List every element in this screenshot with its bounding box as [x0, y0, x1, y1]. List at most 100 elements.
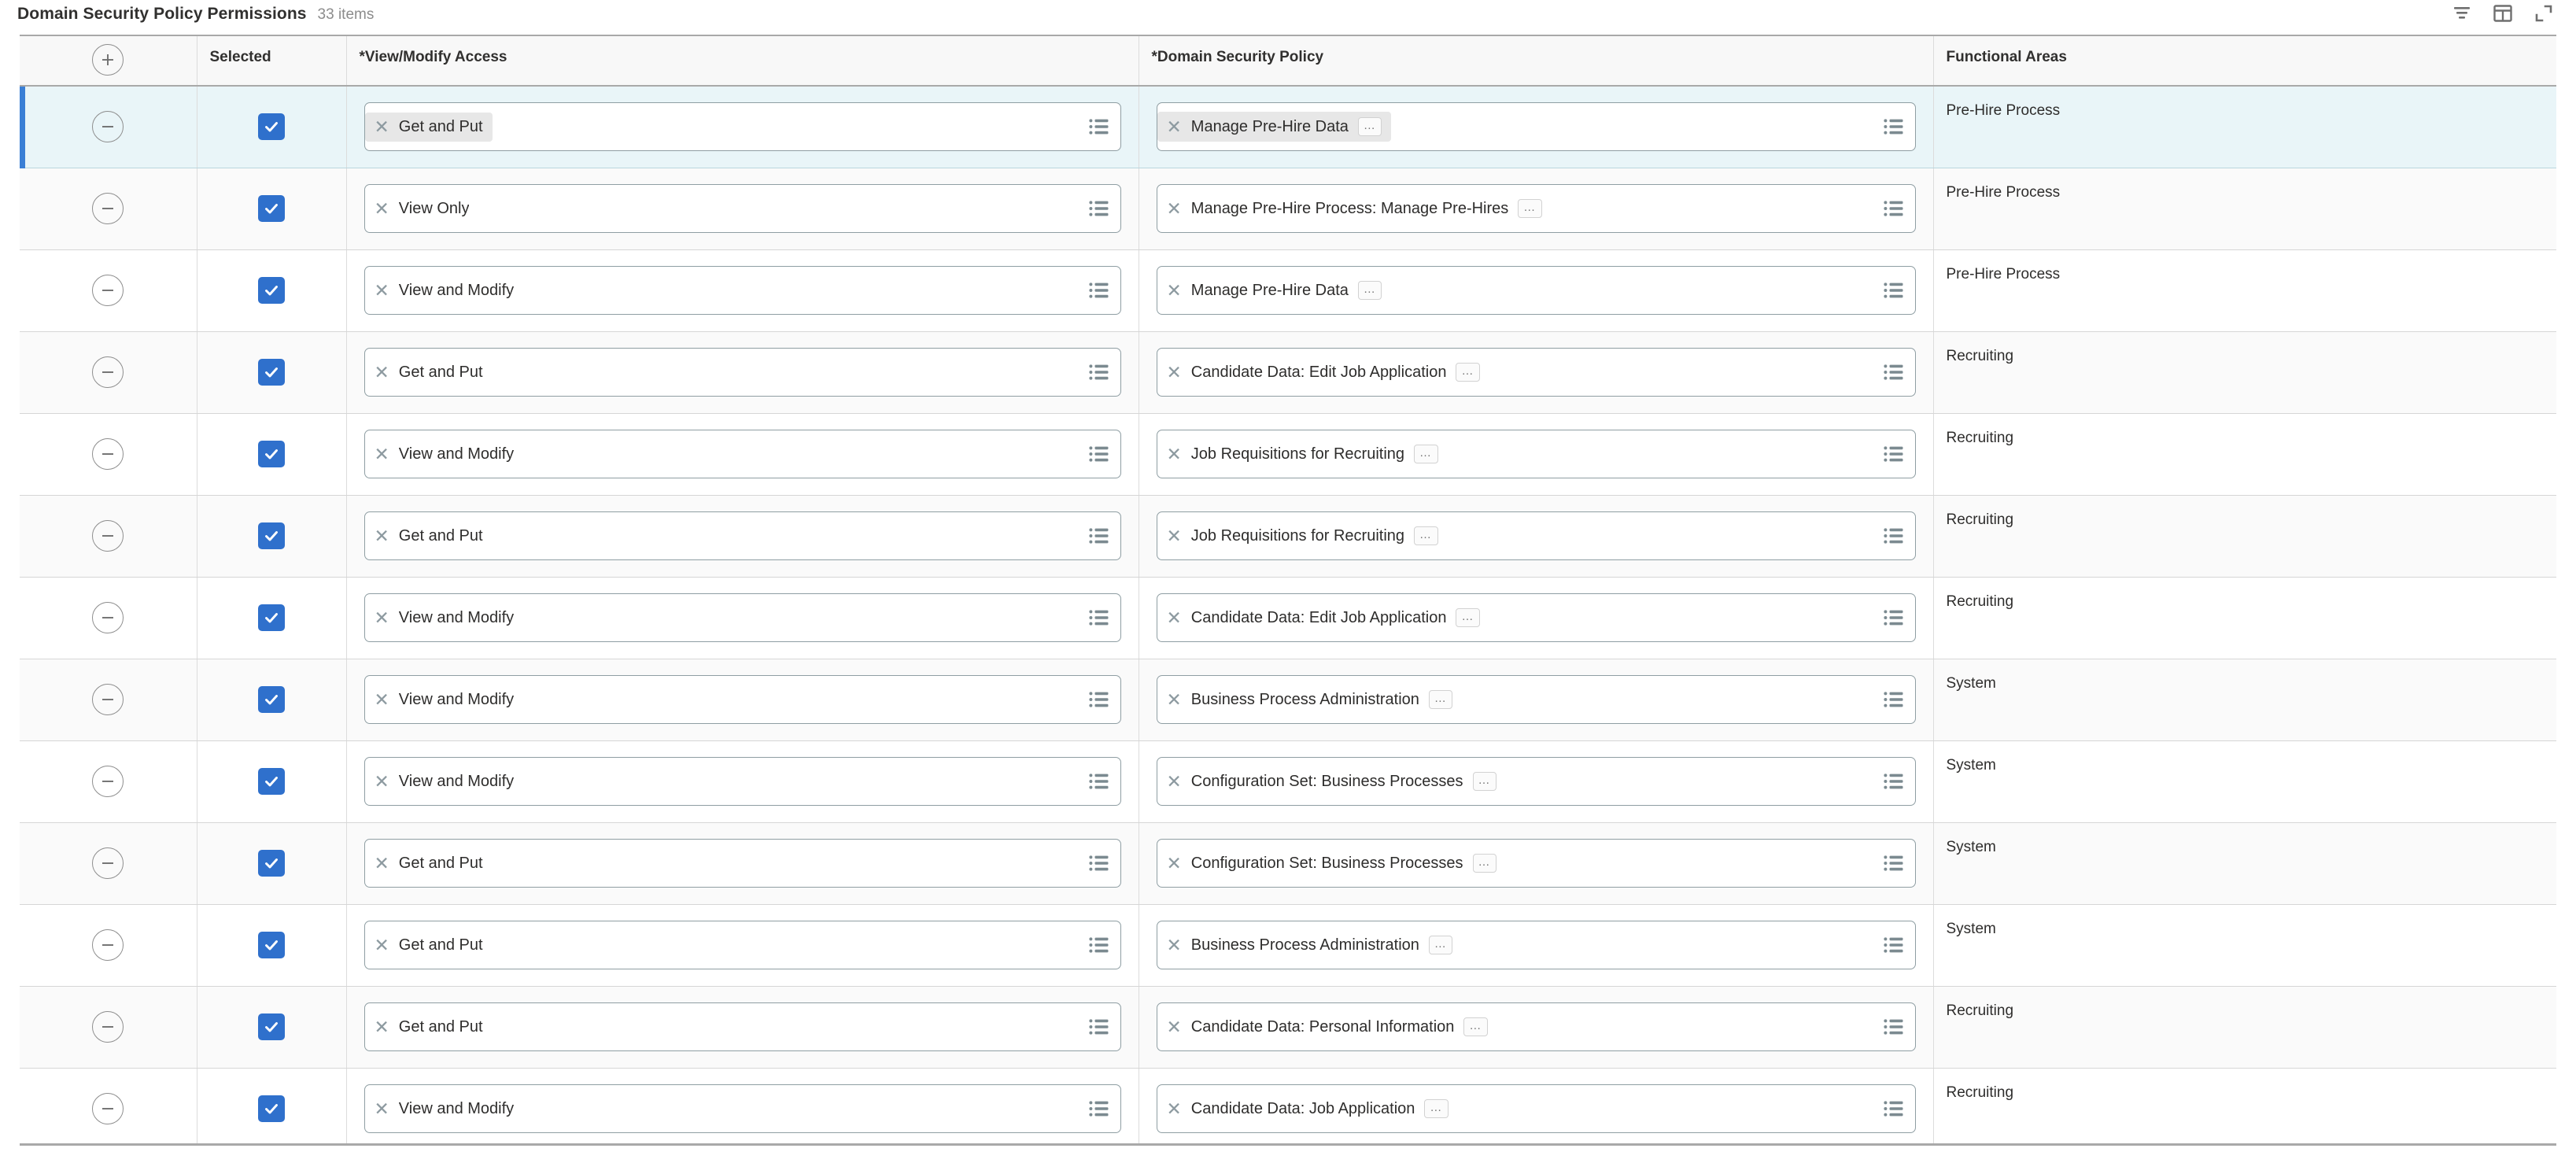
table-row[interactable]: ✕View and Modify ✕Job Requisitions for Re… [20, 413, 2556, 495]
row-remove-cell[interactable] [20, 577, 197, 659]
selected-checkbox[interactable] [258, 522, 285, 549]
domain-security-policy-widget[interactable]: ✕Business Process Administration… [1157, 921, 1916, 969]
domain-security-policy-pill[interactable]: ✕Candidate Data: Edit Job Application… [1157, 603, 1489, 633]
remove-domain-security-policy-icon[interactable]: ✕ [1167, 936, 1182, 954]
row-access-cell[interactable]: ✕View and Modify [346, 1068, 1139, 1146]
domain-security-policy-prompt-icon[interactable] [1884, 364, 1904, 381]
domain-security-policy-widget[interactable]: ✕Configuration Set: Business Processes… [1157, 839, 1916, 888]
domain-security-policy-pill[interactable]: ✕Business Process Administration… [1157, 685, 1463, 714]
selected-checkbox[interactable] [258, 1095, 285, 1122]
view-modify-access-pill[interactable]: ✕Get and Put [365, 1013, 493, 1042]
domain-security-policy-pill[interactable]: ✕Manage Pre-Hire Data… [1157, 112, 1392, 142]
row-remove-cell[interactable] [20, 168, 197, 249]
remove-domain-security-policy-icon[interactable]: ✕ [1167, 282, 1182, 300]
row-access-cell[interactable]: ✕View and Modify [346, 577, 1139, 659]
selected-checkbox[interactable] [258, 113, 285, 140]
view-modify-access-widget[interactable]: ✕View and Modify [364, 757, 1121, 806]
row-selected-cell[interactable] [197, 413, 346, 495]
remove-view-modify-access-icon[interactable]: ✕ [375, 200, 389, 218]
row-remove-cell[interactable] [20, 86, 197, 168]
domain-security-policy-pill[interactable]: ✕Job Requisitions for Recruiting… [1157, 439, 1448, 469]
row-selected-cell[interactable] [197, 249, 346, 331]
table-row[interactable]: ✕Get and Put ✕Business Process Administra… [20, 904, 2556, 986]
domain-security-policy-pill[interactable]: ✕Job Requisitions for Recruiting… [1157, 521, 1448, 551]
remove-view-modify-access-icon[interactable]: ✕ [375, 282, 389, 300]
domain-security-policy-widget[interactable]: ✕Manage Pre-Hire Data… [1157, 266, 1916, 315]
domain-security-policy-related-actions-icon[interactable]: … [1473, 854, 1497, 873]
selected-checkbox[interactable] [258, 441, 285, 467]
row-selected-cell[interactable] [197, 822, 346, 904]
domain-security-policy-related-actions-icon[interactable]: … [1429, 936, 1453, 954]
row-remove-cell[interactable] [20, 904, 197, 986]
view-modify-access-pill[interactable]: ✕View Only [365, 194, 479, 223]
remove-row-button[interactable] [92, 193, 124, 224]
grid-view-icon[interactable] [2491, 2, 2515, 25]
remove-view-modify-access-icon[interactable]: ✕ [375, 445, 389, 463]
domain-security-policy-related-actions-icon[interactable]: … [1429, 690, 1453, 709]
remove-domain-security-policy-icon[interactable]: ✕ [1167, 1018, 1182, 1036]
remove-view-modify-access-icon[interactable]: ✕ [375, 527, 389, 545]
domain-security-policy-prompt-icon[interactable] [1884, 118, 1904, 135]
domain-security-policy-prompt-icon[interactable] [1884, 1100, 1904, 1117]
domain-security-policy-prompt-icon[interactable] [1884, 936, 1904, 954]
selected-checkbox[interactable] [258, 686, 285, 713]
selected-checkbox[interactable] [258, 359, 285, 386]
row-selected-cell[interactable] [197, 904, 346, 986]
table-row[interactable]: ✕View and Modify ✕Business Process Admini… [20, 659, 2556, 740]
table-row[interactable]: ✕Get and Put✕Manage Pre-Hire Data…Pre-Hi… [20, 86, 2556, 168]
row-access-cell[interactable]: ✕View and Modify [346, 413, 1139, 495]
view-modify-access-prompt-icon[interactable] [1089, 118, 1109, 135]
domain-security-policy-pill[interactable]: ✕Candidate Data: Job Application… [1157, 1094, 1458, 1124]
view-modify-access-widget[interactable]: ✕View and Modify [364, 1084, 1121, 1133]
domain-security-policy-pill[interactable]: ✕Candidate Data: Edit Job Application… [1157, 357, 1489, 387]
remove-row-button[interactable] [92, 766, 124, 797]
view-modify-access-pill[interactable]: ✕Get and Put [365, 931, 493, 960]
remove-view-modify-access-icon[interactable]: ✕ [375, 855, 389, 873]
domain-security-policy-prompt-icon[interactable] [1884, 855, 1904, 872]
row-remove-cell[interactable] [20, 413, 197, 495]
row-access-cell[interactable]: ✕View Only [346, 168, 1139, 249]
add-row-button[interactable] [92, 44, 124, 76]
view-modify-access-prompt-icon[interactable] [1089, 527, 1109, 545]
view-modify-access-prompt-icon[interactable] [1089, 936, 1109, 954]
remove-domain-security-policy-icon[interactable]: ✕ [1167, 118, 1182, 136]
domain-security-policy-prompt-icon[interactable] [1884, 691, 1904, 708]
view-modify-access-widget[interactable]: ✕Get and Put [364, 839, 1121, 888]
row-access-cell[interactable]: ✕Get and Put [346, 986, 1139, 1068]
domain-security-policy-related-actions-icon[interactable]: … [1358, 281, 1382, 300]
row-selected-cell[interactable] [197, 86, 346, 168]
domain-security-policy-related-actions-icon[interactable]: … [1456, 363, 1480, 382]
table-row[interactable]: ✕Get and Put ✕Configuration Set: Business… [20, 822, 2556, 904]
table-row[interactable]: ✕Get and Put✕Candidate Data: Personal In… [20, 986, 2556, 1068]
remove-domain-security-policy-icon[interactable]: ✕ [1167, 200, 1182, 218]
view-modify-access-prompt-icon[interactable] [1089, 1100, 1109, 1117]
remove-view-modify-access-icon[interactable]: ✕ [375, 936, 389, 954]
remove-domain-security-policy-icon[interactable]: ✕ [1167, 691, 1182, 709]
view-modify-access-widget[interactable]: ✕View Only [364, 184, 1121, 233]
row-policy-cell[interactable]: ✕Business Process Administration… [1139, 659, 1933, 740]
row-policy-cell[interactable]: ✕Manage Pre-Hire Process: Manage Pre-Hir… [1139, 168, 1933, 249]
column-header-view-modify-access[interactable]: *View/Modify Access [346, 36, 1139, 86]
remove-row-button[interactable] [92, 356, 124, 388]
row-remove-cell[interactable] [20, 986, 197, 1068]
table-row[interactable]: ✕Get and Put✕Job Requisitions for Recrui… [20, 495, 2556, 577]
row-access-cell[interactable]: ✕View and Modify [346, 659, 1139, 740]
domain-security-policy-widget[interactable]: ✕Candidate Data: Edit Job Application… [1157, 593, 1916, 642]
remove-view-modify-access-icon[interactable]: ✕ [375, 609, 389, 627]
remove-row-button[interactable] [92, 275, 124, 306]
view-modify-access-pill[interactable]: ✕View and Modify [365, 604, 524, 633]
domain-security-policy-widget[interactable]: ✕Job Requisitions for Recruiting… [1157, 511, 1916, 560]
selected-checkbox[interactable] [258, 850, 285, 877]
view-modify-access-widget[interactable]: ✕Get and Put [364, 921, 1121, 969]
domain-security-policy-related-actions-icon[interactable]: … [1414, 526, 1438, 545]
column-header-functional-areas[interactable]: Functional Areas [1933, 36, 2556, 86]
row-remove-cell[interactable] [20, 495, 197, 577]
row-policy-cell[interactable]: ✕Business Process Administration… [1139, 904, 1933, 986]
domain-security-policy-related-actions-icon[interactable]: … [1358, 117, 1382, 136]
view-modify-access-widget[interactable]: ✕View and Modify [364, 675, 1121, 724]
table-row[interactable]: ✕View Only ✕Manage Pre-Hire Process: Mana… [20, 168, 2556, 249]
domain-security-policy-related-actions-icon[interactable]: … [1463, 1017, 1488, 1036]
domain-security-policy-related-actions-icon[interactable]: … [1518, 199, 1542, 218]
remove-domain-security-policy-icon[interactable]: ✕ [1167, 527, 1182, 545]
row-remove-cell[interactable] [20, 659, 197, 740]
